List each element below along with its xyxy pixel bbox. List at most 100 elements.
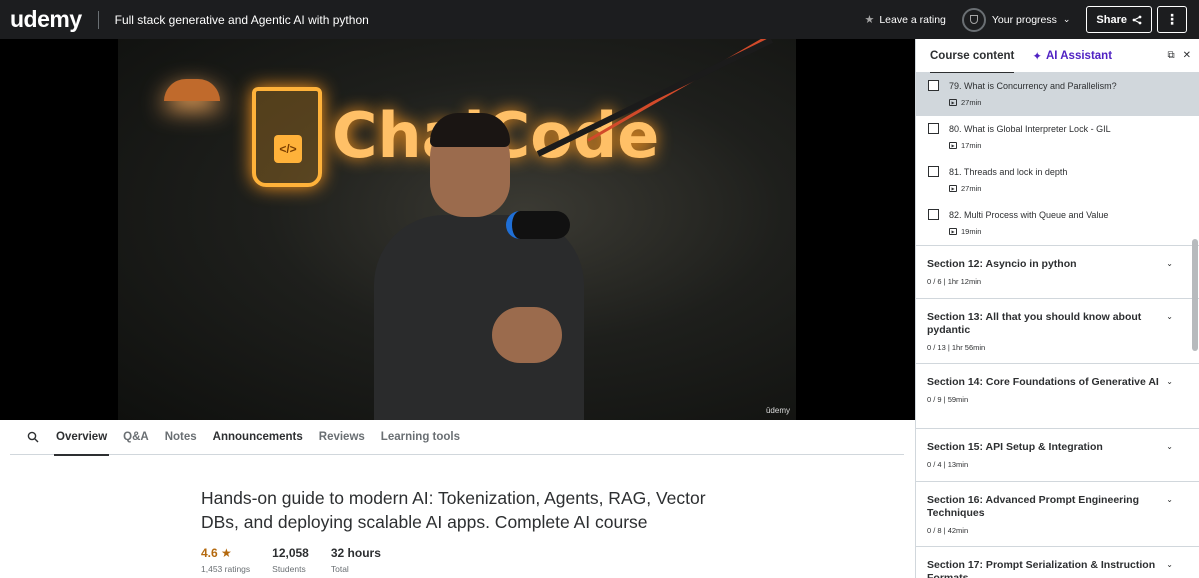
presenter-hands [492, 307, 562, 363]
section-meta: 0 / 6 | 1hr 12min [927, 277, 982, 286]
course-sidebar: Course content ✦ AI Assistant ⧉ ✕ 79. Wh… [915, 39, 1199, 578]
lecture-item-82[interactable]: 82. Multi Process with Queue and Value ▶… [916, 202, 1199, 245]
leave-rating-label: Leave a rating [879, 13, 946, 26]
duration-text: 17min [961, 141, 982, 150]
lecture-duration: ▶ 17min [949, 141, 1199, 150]
section-title: Section 15: API Setup & Integration [927, 441, 1103, 453]
share-button[interactable]: Share [1086, 6, 1152, 33]
section-item-15[interactable]: Section 15: API Setup & Integration 0 / … [916, 428, 1199, 481]
trophy-icon [969, 15, 978, 24]
total-label: Total [330, 564, 349, 574]
chevron-down-icon: ⌄ [1166, 377, 1173, 386]
rating-value: 4.6 ★ [201, 546, 250, 560]
tab-reviews[interactable]: Reviews [319, 420, 365, 455]
progress-ring [961, 7, 986, 32]
section-item-17[interactable]: Section 17: Prompt Serialization & Instr… [916, 546, 1199, 578]
duration-text: 19min [961, 227, 982, 236]
section-meta: 0 / 8 | 42min [927, 526, 969, 535]
students-count: 12,058 [272, 546, 309, 560]
video-icon: ▶ [949, 142, 957, 149]
star-icon: ★ [221, 546, 232, 560]
section-item-14[interactable]: Section 14: Core Foundations of Generati… [916, 363, 1199, 428]
section-list: Section 12: Asyncio in python 0 / 6 | 1h… [916, 245, 1199, 578]
video-frame[interactable]: </> ChaiCode ūdemy [118, 39, 796, 420]
lecture-item-81[interactable]: 81. Threads and lock in depth ▶ 27min [916, 159, 1199, 202]
total-hours-stat: 32 hours Total [331, 546, 381, 574]
top-header: udemy Full stack generative and Agentic … [0, 0, 1199, 39]
close-icon[interactable]: ✕ [1183, 50, 1191, 61]
share-icon [1132, 15, 1142, 24]
code-symbol: </> [274, 135, 302, 163]
section-meta: 0 / 13 | 1hr 56min [927, 343, 986, 352]
chevron-down-icon: ⌄ [1062, 14, 1071, 24]
kebab-menu-icon: ⋮ [1165, 11, 1179, 27]
rating-number: 4.6 [201, 546, 218, 560]
chevron-down-icon: ⌄ [1166, 495, 1173, 504]
section-title: Section 16: Advanced Prompt Engineering … [927, 494, 1139, 519]
neon-cup-graphic: </> [252, 87, 322, 187]
lecture-duration: ▶ 27min [949, 184, 1199, 193]
section-title: Section 17: Prompt Serialization & Instr… [927, 559, 1156, 578]
video-icon: ▶ [949, 228, 957, 235]
section-item-13[interactable]: Section 13: All that you should know abo… [916, 298, 1199, 363]
share-label: Share [1096, 13, 1127, 26]
section-item-16[interactable]: Section 16: Advanced Prompt Engineering … [916, 481, 1199, 546]
header-divider [97, 10, 99, 29]
lecture-duration: ▶ 27min [949, 98, 1199, 107]
presenter-image [374, 113, 584, 420]
leave-rating-button[interactable]: ★ Leave a rating [864, 13, 946, 27]
total-hours-value: 32 hours [330, 546, 381, 560]
tab-learning-tools[interactable]: Learning tools [381, 420, 460, 455]
tab-course-content[interactable]: Course content [930, 39, 1015, 74]
students-label: Students [272, 564, 306, 574]
logo-text: udemy [10, 6, 82, 32]
header-actions: ★ Leave a rating Your progress ⌄ Share ⋮ [864, 0, 1187, 39]
lecture-checkbox[interactable] [928, 80, 939, 91]
duration-text: 27min [961, 184, 982, 193]
presenter-hair [430, 113, 510, 147]
video-icon: ▶ [949, 99, 957, 106]
more-options-button[interactable]: ⋮ [1157, 6, 1187, 33]
course-title[interactable]: Full stack generative and Agentic AI wit… [115, 13, 369, 27]
video-player[interactable]: </> ChaiCode ūdemy [0, 39, 915, 420]
chevron-down-icon: ⌄ [1166, 259, 1173, 268]
course-stats: 4.6 ★ 1,453 ratings 12,058 Students 32 h… [201, 546, 381, 574]
lecture-checkbox[interactable] [928, 166, 939, 177]
sidebar-controls: ⧉ ✕ [1167, 50, 1191, 61]
students-stat: 12,058 Students [272, 546, 309, 574]
tab-announcements[interactable]: Announcements [213, 420, 303, 455]
sidebar-scrollbar[interactable] [1192, 239, 1198, 351]
tab-notes[interactable]: Notes [165, 420, 197, 455]
tab-qa[interactable]: Q&A [123, 420, 149, 455]
lecture-checkbox[interactable] [928, 209, 939, 220]
expand-icon[interactable]: ⧉ [1167, 50, 1174, 61]
your-progress-button[interactable]: Your progress ⌄ [961, 7, 1071, 32]
star-icon: ★ [864, 14, 875, 26]
chevron-down-icon: ⌄ [1166, 560, 1173, 569]
sidebar-tabs: Course content ✦ AI Assistant ⧉ ✕ [916, 39, 1199, 74]
rating-stat: 4.6 ★ 1,453 ratings [201, 546, 250, 574]
course-headline: Hands-on guide to modern AI: Tokenizatio… [201, 488, 706, 532]
search-button[interactable] [18, 431, 48, 443]
video-icon: ▶ [949, 185, 957, 192]
ratings-count: 1,453 ratings [201, 564, 251, 574]
lecture-list: 79. What is Concurrency and Parallelism?… [916, 73, 1199, 245]
lecture-checkbox[interactable] [928, 123, 939, 134]
sparkle-icon: ✦ [1032, 50, 1042, 63]
chevron-down-icon: ⌄ [1166, 312, 1173, 321]
lecture-item-79[interactable]: 79. What is Concurrency and Parallelism?… [916, 73, 1199, 116]
section-item-12[interactable]: Section 12: Asyncio in python 0 / 6 | 1h… [916, 245, 1199, 298]
udemy-logo[interactable]: udemy [10, 0, 82, 39]
lecture-title: 82. Multi Process with Queue and Value [949, 210, 1109, 220]
content-tabs: Overview Q&A Notes Announcements Reviews… [10, 420, 904, 456]
section-title: Section 12: Asyncio in python [927, 258, 1077, 270]
lecture-item-80[interactable]: 80. What is Global Interpreter Lock - GI… [916, 116, 1199, 159]
chevron-down-icon: ⌄ [1166, 442, 1173, 451]
microphone-graphic [506, 211, 570, 239]
tab-overview[interactable]: Overview [53, 420, 110, 456]
lecture-title: 81. Threads and lock in depth [949, 167, 1068, 177]
tab-ai-assistant[interactable]: ✦ AI Assistant [1032, 39, 1112, 73]
ai-assistant-label: AI Assistant [1045, 49, 1113, 62]
section-meta: 0 / 4 | 13min [927, 460, 969, 469]
section-meta: 0 / 9 | 59min [927, 395, 969, 404]
